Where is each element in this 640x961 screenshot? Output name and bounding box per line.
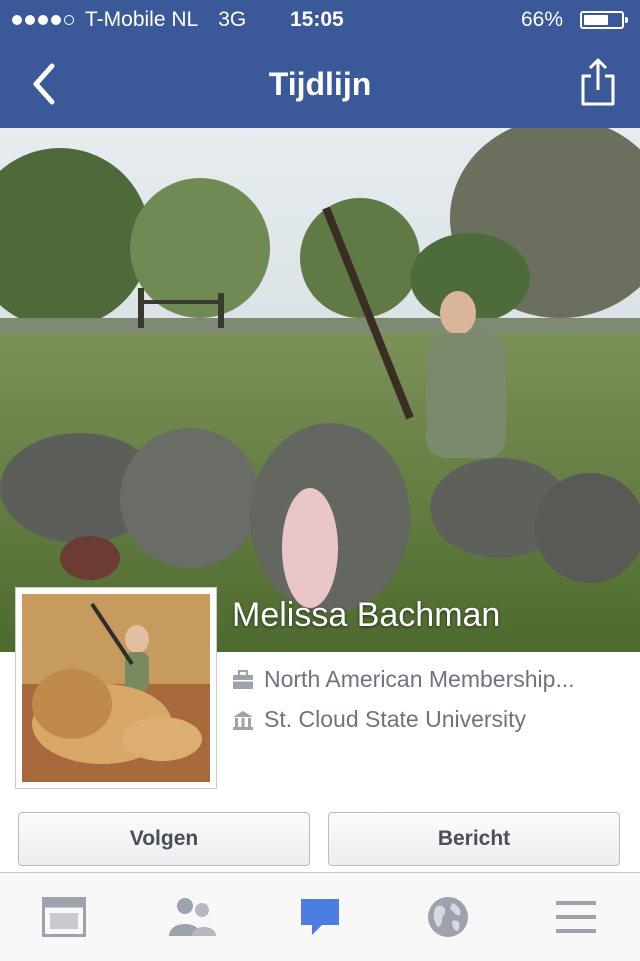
tab-notifications[interactable]: [384, 873, 512, 961]
education-text: St. Cloud State University: [264, 706, 527, 732]
share-button[interactable]: [574, 54, 622, 110]
profile-picture[interactable]: [16, 588, 216, 788]
signal-dot: [64, 15, 74, 25]
news-feed-icon: [42, 897, 86, 937]
cover-photo[interactable]: [0, 128, 640, 652]
tab-bar: [0, 872, 640, 961]
school-icon: [233, 710, 253, 730]
follow-button[interactable]: Volgen: [18, 812, 310, 866]
share-icon: [581, 58, 615, 106]
status-bar: T-Mobile NL 3G 15:05 66%: [0, 0, 640, 40]
profile-picture-image: [22, 594, 210, 782]
signal-dot: [12, 15, 22, 25]
tab-news-feed[interactable]: [0, 873, 128, 961]
tab-friends[interactable]: [128, 873, 256, 961]
battery-level: [584, 15, 608, 25]
friends-icon: [169, 898, 216, 936]
messages-icon: [301, 899, 339, 935]
signal-dot: [25, 15, 35, 25]
menu-icon: [556, 901, 596, 933]
battery-icon: [580, 11, 628, 29]
education-info[interactable]: St. Cloud State University: [232, 706, 526, 733]
carrier-name: T-Mobile NL: [85, 8, 199, 31]
navigation-bar: Tijdlijn: [0, 40, 640, 128]
tab-messages[interactable]: [256, 873, 384, 961]
cover-photo-image: [0, 128, 640, 652]
work-info[interactable]: North American Membership...: [232, 666, 575, 693]
battery-percentage: 66%: [521, 8, 564, 31]
clock: 15:05: [290, 8, 344, 31]
signal-dot: [51, 15, 61, 25]
tab-more[interactable]: [512, 873, 640, 961]
page-title: Tijdlijn: [268, 66, 372, 102]
briefcase-icon: [233, 669, 253, 689]
work-text: North American Membership...: [264, 666, 575, 692]
profile-name[interactable]: Melissa Bachman: [232, 596, 500, 635]
globe-icon: [428, 897, 468, 937]
network-type: 3G: [218, 8, 247, 31]
signal-dot: [38, 15, 48, 25]
message-button[interactable]: Bericht: [328, 812, 620, 866]
signal-strength: T-Mobile NL 3G: [12, 8, 246, 32]
